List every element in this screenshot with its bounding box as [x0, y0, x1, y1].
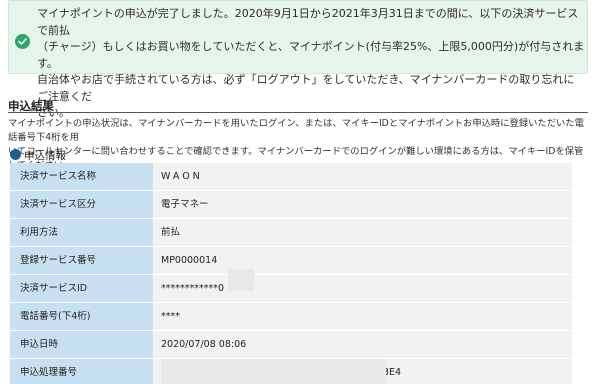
- check-circle-icon: [15, 34, 30, 49]
- row-value-application-datetime: 2020/07/08 08:06: [153, 331, 572, 358]
- table-row: 電話番号(下4桁) ****: [10, 303, 572, 330]
- application-info-table: 決済サービス名称 WAON 決済サービス区分 電子マネー 利用方法 前払 登録サ…: [10, 163, 572, 384]
- table-row: 申込処理番号 3E4: [10, 359, 572, 384]
- row-label-service-type: 決済サービス区分: [10, 191, 153, 218]
- bullet-dot-icon: [10, 149, 21, 160]
- completion-notice: マイナポイントの申込が完了しました。2020年9月1日から2021年3月31日ま…: [8, 0, 588, 119]
- row-label-processing-number: 申込処理番号: [10, 359, 153, 384]
- row-value-service-id: ************0: [153, 275, 572, 302]
- table-row: 申込日時 2020/07/08 08:06: [10, 331, 572, 358]
- table-row: 決済サービス名称 WAON: [10, 163, 572, 190]
- row-label-service-id: 決済サービスID: [10, 275, 153, 302]
- row-value-service-name: WAON: [153, 163, 572, 190]
- row-label-usage-method: 利用方法: [10, 219, 153, 246]
- row-label-service-name: 決済サービス名称: [10, 163, 153, 190]
- row-label-phone-last4: 電話番号(下4桁): [10, 303, 153, 330]
- table-row: 利用方法 前払: [10, 219, 572, 246]
- row-label-registration-number: 登録サービス番号: [10, 247, 153, 274]
- subsection-title: 申込情報: [24, 150, 66, 162]
- row-value-phone-last4: ****: [153, 303, 572, 330]
- section-header: 申込結果: [8, 95, 588, 113]
- table-row: 決済サービス区分 電子マネー: [10, 191, 572, 218]
- section-title: 申込結果: [8, 99, 54, 113]
- row-value-usage-method: 前払: [153, 219, 572, 246]
- table-row: 決済サービスID ************0: [10, 269, 572, 302]
- row-value-registration-number: MP0000014: [153, 247, 572, 274]
- redaction-mask: [228, 269, 254, 291]
- redaction-mask: [161, 359, 386, 384]
- row-label-application-datetime: 申込日時: [10, 331, 153, 358]
- table-row: 登録サービス番号 MP0000014: [10, 247, 572, 274]
- row-value-service-type: 電子マネー: [153, 191, 572, 218]
